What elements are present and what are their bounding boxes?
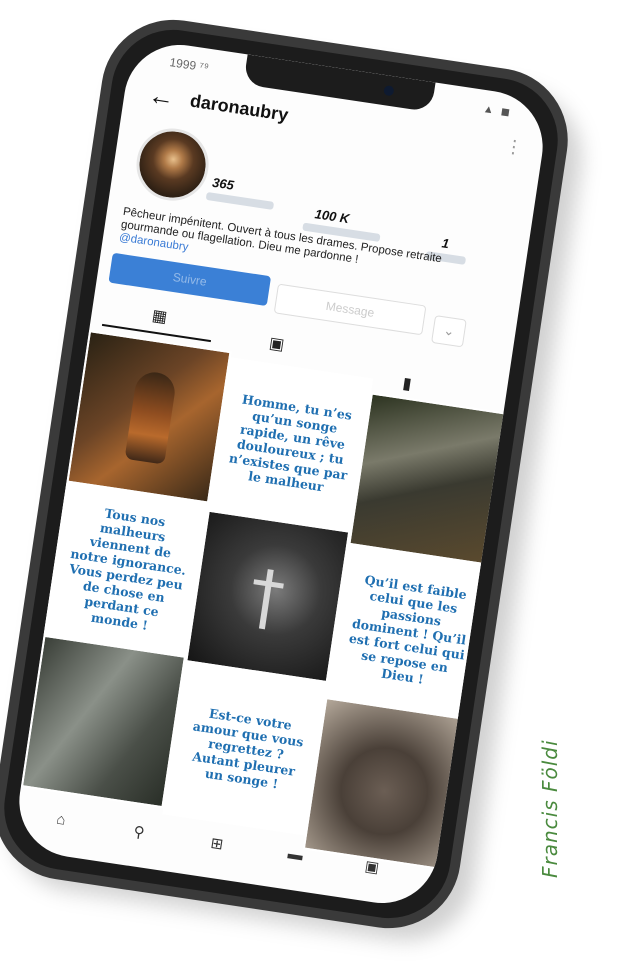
post-image[interactable]	[302, 697, 468, 871]
phone-screen: 1999 ⁷⁹ ▲ ◼ ← daronaubry ⋮ 365 100 K 1 P…	[11, 37, 551, 911]
reels-tab-icon[interactable]: ▣	[268, 333, 286, 355]
post-quote[interactable]: Est-ce votre amour que vous regrettez ? …	[162, 661, 328, 836]
quote-text: Est-ce votre amour que vous regrettez ? …	[191, 705, 305, 792]
more-options-icon[interactable]: ⋮	[503, 136, 525, 159]
profile-username: daronaubry	[188, 90, 290, 126]
post-image[interactable]	[348, 392, 514, 567]
suggestions-button[interactable]: ⌄	[431, 315, 467, 348]
status-indicators: ▲ ◼	[482, 102, 513, 120]
post-image[interactable]	[185, 509, 351, 684]
quote-text: Homme, tu n’es qu’un songe rapide, un rê…	[228, 391, 354, 495]
quote-text: Tous nos malheurs viennent de notre igno…	[68, 505, 188, 633]
message-button[interactable]: Message	[273, 283, 427, 336]
profile-icon[interactable]: ▣	[364, 857, 381, 877]
camera-icon	[383, 85, 395, 97]
post-image[interactable]	[20, 634, 187, 809]
post-quote[interactable]: Qu’il est faible celui que les passions …	[325, 544, 491, 719]
avatar[interactable]	[131, 123, 214, 206]
grid-tab-icon[interactable]: ▦	[151, 305, 169, 327]
add-post-icon[interactable]: ⊞	[209, 834, 224, 854]
quote-text: Qu’il est faible celui que les passions …	[348, 572, 468, 687]
tagged-tab-icon[interactable]: ▮	[401, 373, 413, 394]
cross-shape	[258, 569, 274, 630]
home-icon[interactable]: ⌂	[55, 811, 66, 829]
search-icon[interactable]: ⚲	[132, 822, 146, 841]
post-image[interactable]	[66, 330, 232, 504]
followers-count[interactable]: 100 K	[314, 206, 351, 226]
posts-count: 365	[211, 174, 235, 193]
posts-label	[205, 191, 275, 210]
monk-figure	[124, 369, 178, 465]
following-count[interactable]: 1	[441, 235, 450, 251]
shop-icon[interactable]: ▬	[287, 845, 304, 864]
post-quote[interactable]: Tous nos malheurs viennent de notre igno…	[43, 482, 209, 656]
status-time: 1999 ⁷⁹	[168, 55, 210, 75]
post-quote[interactable]: Homme, tu n’es qu’un songe rapide, un rê…	[207, 357, 374, 531]
back-arrow-icon[interactable]: ←	[146, 79, 176, 113]
photographer-credit: Francis Földi	[538, 739, 562, 878]
phone-frame: 1999 ⁷⁹ ▲ ◼ ← daronaubry ⋮ 365 100 K 1 P…	[0, 10, 578, 938]
